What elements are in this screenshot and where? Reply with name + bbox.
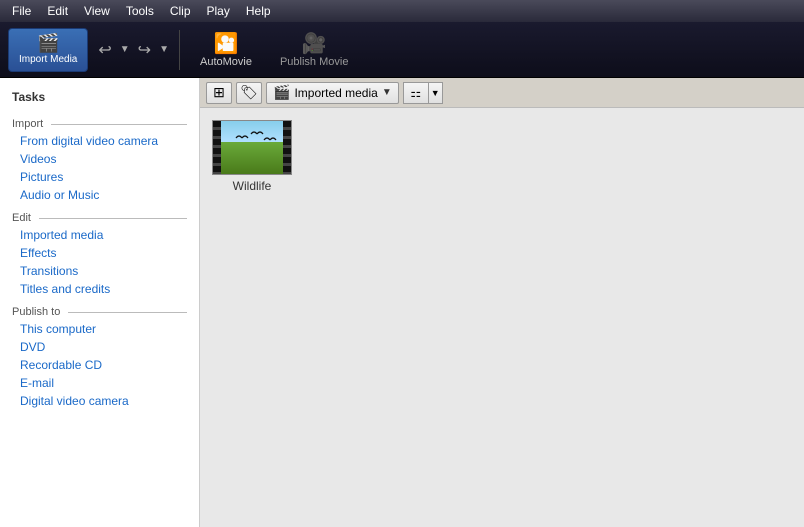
sidebar-link-pictures[interactable]: Pictures bbox=[0, 168, 199, 186]
publish-section-label: Publish to bbox=[0, 298, 199, 320]
import-section-label: Import bbox=[0, 110, 199, 132]
menu-play[interactable]: Play bbox=[199, 2, 238, 20]
sidebar-link-transitions[interactable]: Transitions bbox=[0, 262, 199, 280]
sidebar-link-digital-video-camera[interactable]: Digital video camera bbox=[0, 392, 199, 410]
undo-redo-group: ↩ ▼ ↪ ▼ bbox=[92, 28, 171, 72]
menu-tools[interactable]: Tools bbox=[118, 2, 162, 20]
sidebar-link-digital-video[interactable]: From digital video camera bbox=[0, 132, 199, 150]
media-item-label: Wildlife bbox=[233, 179, 272, 193]
sidebar-link-email[interactable]: E-mail bbox=[0, 374, 199, 392]
bird-scene bbox=[221, 121, 283, 174]
menu-edit[interactable]: Edit bbox=[39, 2, 76, 20]
menu-clip[interactable]: Clip bbox=[162, 2, 199, 20]
menu-view[interactable]: View bbox=[76, 2, 118, 20]
tag-caption-button[interactable]: 🏷 bbox=[236, 82, 262, 104]
sidebar-link-recordable-cd[interactable]: Recordable CD bbox=[0, 356, 199, 374]
automovie-label: AutoMovie bbox=[200, 56, 252, 68]
media-grid: Wildlife bbox=[200, 108, 804, 527]
thumbnail-image bbox=[221, 121, 283, 174]
sidebar-link-effects[interactable]: Effects bbox=[0, 244, 199, 262]
view-options-button[interactable]: ⚏ bbox=[403, 82, 429, 104]
publish-icon: 🎥 bbox=[302, 31, 327, 56]
view-options-group: ⚏ ▼ bbox=[403, 82, 443, 104]
menu-help[interactable]: Help bbox=[238, 2, 279, 20]
menu-file[interactable]: File bbox=[4, 2, 39, 20]
view-options-dropdown-arrow[interactable]: ▼ bbox=[429, 82, 443, 104]
list-item[interactable]: Wildlife bbox=[212, 120, 292, 193]
content-area: ⊞ 🏷 🎬 Imported media ▼ ⚏ ▼ bbox=[200, 78, 804, 527]
menu-bar: File Edit View Tools Clip Play Help bbox=[0, 0, 804, 22]
content-toolbar: ⊞ 🏷 🎬 Imported media ▼ ⚏ ▼ bbox=[200, 78, 804, 108]
imported-media-icon: 🎬 bbox=[273, 84, 290, 101]
publish-movie-button[interactable]: 🎥 Publish Movie bbox=[268, 28, 360, 72]
automovie-button[interactable]: 🎦 AutoMovie bbox=[188, 28, 264, 72]
sidebar-link-audio[interactable]: Audio or Music bbox=[0, 186, 199, 204]
imported-media-dropdown[interactable]: 🎬 Imported media ▼ bbox=[266, 82, 399, 104]
main-layout: Tasks Import From digital video camera V… bbox=[0, 78, 804, 527]
view-thumbnails-button[interactable]: ⊞ bbox=[206, 82, 232, 104]
sidebar-link-dvd[interactable]: DVD bbox=[0, 338, 199, 356]
main-toolbar: 🎬 Import Media ↩ ▼ ↪ ▼ 🎦 AutoMovie 🎥 Pub… bbox=[0, 22, 804, 78]
sidebar-link-videos[interactable]: Videos bbox=[0, 150, 199, 168]
imported-media-label: Imported media bbox=[294, 86, 377, 100]
undo-dropdown[interactable]: ▼ bbox=[118, 28, 132, 72]
publish-label: Publish Movie bbox=[280, 56, 348, 68]
sidebar: Tasks Import From digital video camera V… bbox=[0, 78, 200, 527]
sidebar-link-this-computer[interactable]: This computer bbox=[0, 320, 199, 338]
import-label: Import Media bbox=[19, 54, 77, 65]
sidebar-link-titles-credits[interactable]: Titles and credits bbox=[0, 280, 199, 298]
edit-section-label: Edit bbox=[0, 204, 199, 226]
redo-button[interactable]: ↪ bbox=[132, 28, 157, 72]
media-thumbnail bbox=[212, 120, 292, 175]
birds-svg bbox=[231, 126, 281, 151]
undo-button[interactable]: ↩ bbox=[92, 28, 117, 72]
imported-media-dropdown-arrow: ▼ bbox=[382, 87, 392, 98]
tasks-header: Tasks bbox=[0, 86, 199, 110]
toolbar-separator-1 bbox=[179, 30, 180, 70]
import-icon: 🎬 bbox=[37, 34, 59, 52]
sidebar-link-imported-media[interactable]: Imported media bbox=[0, 226, 199, 244]
redo-dropdown[interactable]: ▼ bbox=[157, 28, 171, 72]
automovie-icon: 🎦 bbox=[214, 31, 239, 56]
import-media-button[interactable]: 🎬 Import Media bbox=[8, 28, 88, 72]
